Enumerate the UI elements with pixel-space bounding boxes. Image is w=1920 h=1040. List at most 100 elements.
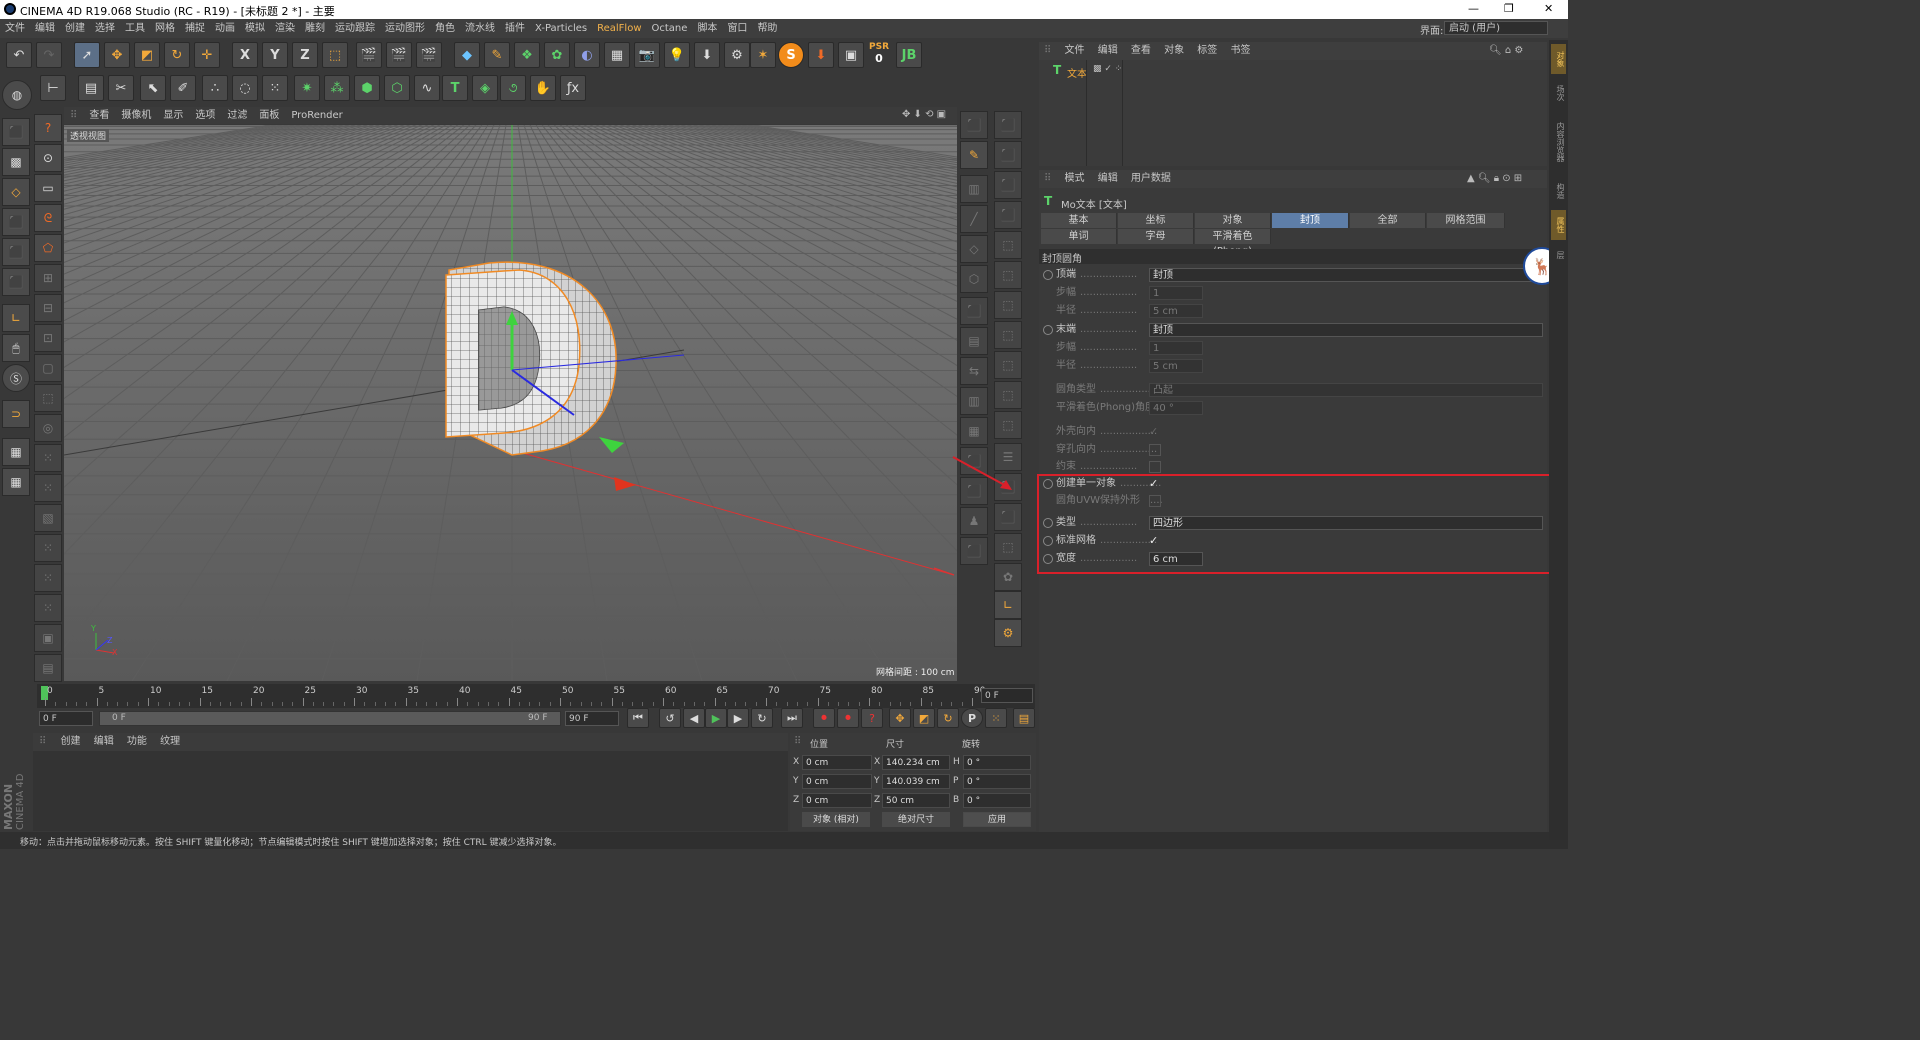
- tool-d-icon[interactable]: ▢: [34, 354, 62, 382]
- coord-pos-y-field[interactable]: 0 cm: [802, 774, 872, 789]
- text-icon[interactable]: T: [442, 75, 468, 101]
- scale-icon[interactable]: ◩: [134, 42, 160, 68]
- coordinate-system-icon[interactable]: ⬚: [322, 42, 348, 68]
- pen-orange-icon[interactable]: ✎: [960, 141, 988, 169]
- deformer-icon-6[interactable]: ⬚: [994, 261, 1022, 289]
- knife-icon[interactable]: ✂: [108, 75, 134, 101]
- side-tab-objects[interactable]: 对象: [1551, 44, 1566, 74]
- attr-dropdown[interactable]: 封顶: [1149, 323, 1543, 337]
- viewport-menu-panel[interactable]: 面板: [253, 107, 285, 124]
- shape-icon-11[interactable]: ⬛: [960, 537, 988, 565]
- attr-number-field[interactable]: 40 °: [1149, 401, 1203, 415]
- rect-select-icon[interactable]: ▭: [34, 174, 62, 202]
- key-pla-icon[interactable]: ⁙: [985, 708, 1007, 728]
- attr-checkbox[interactable]: [1149, 444, 1161, 456]
- end-frame-field[interactable]: 90 F: [565, 711, 619, 726]
- tool-k-icon[interactable]: ⁙: [34, 564, 62, 592]
- shape-icon-1[interactable]: ◇: [960, 235, 988, 263]
- material-menu-function[interactable]: 功能: [122, 736, 152, 747]
- attr-dropdown[interactable]: 封顶: [1149, 268, 1543, 282]
- texture-icon[interactable]: ◇: [2, 178, 30, 206]
- side-tab-layers[interactable]: 层: [1551, 244, 1566, 266]
- shape-icon-2[interactable]: ⬡: [960, 265, 988, 293]
- select-tool-icon[interactable]: ⬉: [140, 75, 166, 101]
- timeline-ruler[interactable]: 0 5 10 15 20 25 30 35 40 45 50 55 60 65 70 75 80 85 90 0 F: [37, 684, 1035, 708]
- attr-number-field[interactable]: 5 cm: [1149, 304, 1203, 318]
- model-mode-icon[interactable]: ⊢: [40, 75, 66, 101]
- sculpt-icon[interactable]: ✋: [530, 75, 556, 101]
- deformer-icon-15[interactable]: ⬚: [994, 533, 1022, 561]
- coord-apply-button[interactable]: 应用: [963, 812, 1031, 827]
- tool-l-icon[interactable]: ⁙: [34, 594, 62, 622]
- deformer-icon-11[interactable]: ⬚: [994, 411, 1022, 439]
- animate-radio-icon[interactable]: [1043, 270, 1053, 280]
- gear-green-icon[interactable]: ✷: [294, 75, 320, 101]
- side-tab-structure[interactable]: 构造: [1551, 176, 1566, 206]
- arrow-down-icon[interactable]: ⬇: [694, 42, 720, 68]
- viewport-menu-filter[interactable]: 过滤: [221, 107, 253, 124]
- pen-icon[interactable]: ✎: [484, 42, 510, 68]
- checker-icon[interactable]: ▩: [2, 148, 30, 176]
- om-menu-file[interactable]: 文件: [1060, 45, 1090, 56]
- particles-icon[interactable]: ⁂: [324, 75, 350, 101]
- bars-icon[interactable]: ▥: [960, 175, 988, 203]
- psr-button[interactable]: PSR 0: [866, 42, 892, 68]
- extrude-icon[interactable]: ◈: [472, 75, 498, 101]
- live-select-icon[interactable]: ➚: [74, 42, 100, 68]
- tool-b-icon[interactable]: ⊟: [34, 294, 62, 322]
- cube-gray-icon-1[interactable]: ⬛: [960, 111, 988, 139]
- menu-edit[interactable]: 编辑: [30, 19, 60, 38]
- shape-icon-5[interactable]: ⇆: [960, 357, 988, 385]
- range-slider[interactable]: 0 F 90 F: [99, 711, 561, 726]
- attr-menu-userdata[interactable]: 用户数据: [1126, 173, 1176, 184]
- texture-mode-icon[interactable]: ▤: [78, 75, 104, 101]
- jb-plugin-icon[interactable]: JB: [896, 42, 922, 68]
- layout-dropdown[interactable]: 启动 (用户): [1444, 21, 1548, 35]
- menu-file[interactable]: 文件: [0, 19, 30, 38]
- plugin-icon-2[interactable]: ✶: [750, 42, 776, 68]
- menu-realflow[interactable]: RealFlow: [592, 19, 646, 38]
- viewport-menu-display[interactable]: 显示: [157, 107, 189, 124]
- tool-a-icon[interactable]: ⊞: [34, 264, 62, 292]
- lock-grid-2-icon[interactable]: ▦: [2, 468, 30, 496]
- x-axis-lock-button[interactable]: X: [232, 42, 258, 68]
- deformer-icon-5[interactable]: ⬚: [994, 231, 1022, 259]
- shape-icon-4[interactable]: ▤: [960, 327, 988, 355]
- floor-icon[interactable]: ▦: [604, 42, 630, 68]
- tab-caps[interactable]: 封顶: [1272, 213, 1349, 228]
- menu-select[interactable]: 选择: [90, 19, 120, 38]
- viewport-menu-view[interactable]: 查看: [83, 107, 115, 124]
- s-plugin-icon[interactable]: S: [778, 42, 804, 68]
- rotate-icon[interactable]: ↻: [164, 42, 190, 68]
- points-mode-icon[interactable]: ⬛: [2, 208, 30, 236]
- coord-size-x-field[interactable]: 140.234 cm: [882, 755, 950, 770]
- viewport-menu-camera[interactable]: 摄像机: [115, 107, 157, 124]
- menu-mesh[interactable]: 网格: [150, 19, 180, 38]
- coord-rot-p-field[interactable]: 0 °: [963, 774, 1031, 789]
- tool-g-icon[interactable]: ⁙: [34, 444, 62, 472]
- om-menu-object[interactable]: 对象: [1159, 45, 1189, 56]
- next-key-icon[interactable]: ↻: [751, 708, 773, 728]
- om-search-icon[interactable]: 🔍︎ ⌂ ⚙: [1489, 42, 1523, 60]
- plugin-icon-1[interactable]: ⚙: [724, 42, 750, 68]
- deformer-icon-3[interactable]: ⬛: [994, 171, 1022, 199]
- attr-menu-mode[interactable]: 模式: [1060, 173, 1090, 184]
- om-menu-edit[interactable]: 编辑: [1093, 45, 1123, 56]
- deformer-icon-4[interactable]: ⬛: [994, 201, 1022, 229]
- prev-frame-icon[interactable]: ◀: [683, 708, 705, 728]
- undo-icon[interactable]: ↶: [6, 42, 32, 68]
- side-tab-content-browser[interactable]: 内容浏览器: [1551, 112, 1566, 172]
- maximize-button[interactable]: ❐: [1504, 2, 1514, 15]
- side-tab-attributes[interactable]: 属性: [1551, 210, 1566, 240]
- attr-menu-edit[interactable]: 编辑: [1093, 173, 1123, 184]
- menu-mograph[interactable]: 运动图形: [380, 19, 430, 38]
- tool-m-icon[interactable]: ▣: [34, 624, 62, 652]
- grid-points-icon[interactable]: ⁙: [262, 75, 288, 101]
- select-arrow-icon[interactable]: ⊙: [34, 144, 62, 172]
- poly-select-icon[interactable]: ⬠: [34, 234, 62, 262]
- render-settings-icon[interactable]: 🎬: [416, 42, 442, 68]
- tool-c-icon[interactable]: ⊡: [34, 324, 62, 352]
- deformer-icon-9[interactable]: ⬚: [994, 351, 1022, 379]
- points-icon[interactable]: ∴: [202, 75, 228, 101]
- go-to-start-icon[interactable]: ⏮: [627, 708, 649, 728]
